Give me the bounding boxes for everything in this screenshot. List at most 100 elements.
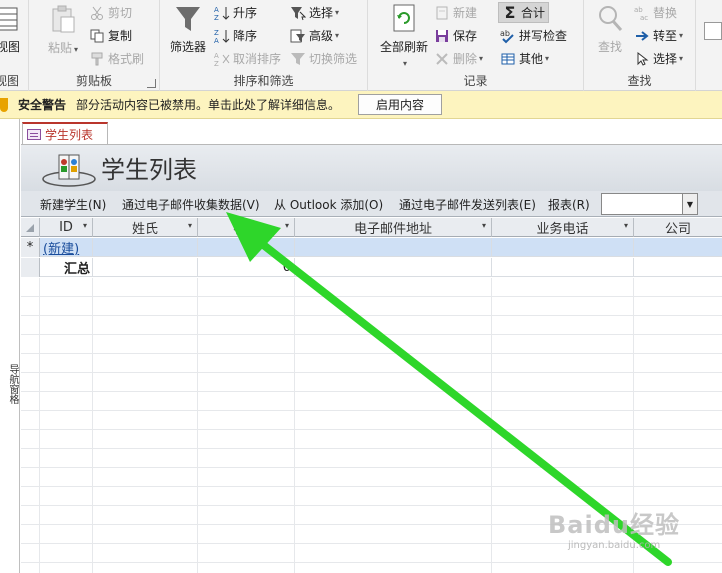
column-header-first-name[interactable]: 名字 ▾ (198, 218, 295, 237)
collect-email-data-button[interactable]: 通过电子邮件收集数据(V) (122, 196, 260, 213)
column-header-last-name[interactable]: 姓氏 ▾ (93, 218, 198, 237)
remove-sort-button[interactable]: AZ 取消排序 (214, 50, 281, 67)
grid-line (491, 354, 492, 373)
clipboard-launcher-icon[interactable] (147, 79, 156, 88)
grid-line (294, 316, 295, 335)
email-list-button[interactable]: 通过电子邮件发送列表(E) (399, 196, 536, 213)
svg-text:A: A (214, 37, 219, 44)
goto-button[interactable]: 转至 ▾ (634, 27, 683, 44)
format-painter-label: 格式刷 (108, 52, 145, 66)
grid-line (39, 278, 40, 297)
totals-phone-cell[interactable] (492, 258, 634, 277)
watermark-sub: jingyan.baidu.com (568, 540, 661, 551)
column-dropdown-icon[interactable]: ▾ (482, 221, 486, 230)
new-record-button[interactable]: 新建 (434, 4, 477, 21)
new-company-cell[interactable] (634, 238, 722, 257)
grid-line (294, 411, 295, 430)
column-header-id[interactable]: ID ▾ (40, 218, 93, 237)
column-dropdown-icon[interactable]: ▾ (624, 221, 628, 230)
totals-row: 汇总 0 (21, 258, 722, 277)
cut-button[interactable]: 剪切 (89, 4, 132, 21)
column-header-business-phone[interactable]: 业务电话 ▾ (492, 218, 634, 237)
column-header-business-phone-label: 业务电话 (536, 222, 589, 237)
advanced-button[interactable]: 高级 ▾ (290, 27, 339, 44)
grid-line (197, 392, 198, 411)
new-record-link-cell[interactable]: (新建) (40, 238, 93, 257)
totals-email-cell[interactable] (295, 258, 492, 277)
select-button[interactable]: 选择 ▾ (634, 50, 683, 67)
view-button[interactable]: 视图 (0, 2, 26, 55)
column-dropdown-icon[interactable]: ▾ (285, 221, 289, 230)
format-painter-button[interactable]: 格式刷 (89, 50, 144, 67)
advanced-label: 高级 (309, 29, 334, 43)
delete-button[interactable]: 删除 ▾ (434, 50, 483, 67)
column-header-company-label: 公司 (664, 222, 691, 237)
delete-icon (434, 51, 450, 67)
column-header-id-label: ID (59, 220, 73, 235)
text-format-icon[interactable] (704, 22, 722, 40)
empty-row (21, 392, 722, 411)
add-from-outlook-button[interactable]: 从 Outlook 添加(O) (274, 196, 383, 213)
column-dropdown-icon[interactable]: ▾ (83, 221, 87, 230)
save-button[interactable]: 保存 (434, 27, 477, 44)
save-label: 保存 (453, 29, 478, 43)
svg-text:Z: Z (214, 60, 219, 67)
paste-button[interactable]: 粘贴 ▾ (44, 3, 82, 56)
document-tab-student-list[interactable]: 学生列表 (22, 122, 108, 144)
cut-label: 剪切 (108, 6, 133, 20)
replace-button[interactable]: ab ac 替换 (634, 4, 677, 21)
grid-line (491, 278, 492, 297)
spelling-button[interactable]: ab 拼写检查 (500, 27, 567, 44)
grid-line (39, 335, 40, 354)
copy-button[interactable]: 复制 (89, 27, 132, 44)
grid-line (491, 335, 492, 354)
column-dropdown-icon[interactable]: ▾ (188, 221, 192, 230)
totals-last-name-cell[interactable] (93, 258, 198, 277)
dropdown-arrow-icon[interactable]: ▼ (682, 194, 697, 214)
security-warning-message[interactable]: 部分活动内容已被禁用。单击此处了解详细信息。 (76, 96, 340, 113)
copy-label: 复制 (108, 29, 133, 43)
grid-line (92, 468, 93, 487)
grid-line (294, 525, 295, 544)
more-label: 其他 (519, 52, 544, 66)
grid-line (633, 335, 634, 354)
reports-combobox[interactable]: ▼ (601, 193, 698, 215)
totals-company-cell[interactable] (634, 258, 722, 277)
toggle-filter-icon (290, 51, 306, 67)
arrow-right-icon (634, 28, 650, 44)
grid-line (294, 487, 295, 506)
select-all-corner[interactable] (21, 218, 40, 237)
new-row-marker[interactable]: * (21, 238, 40, 257)
grid-line (294, 335, 295, 354)
totals-first-name-value[interactable]: 0 (198, 258, 295, 277)
new-record-link[interactable]: (新建) (40, 238, 79, 257)
new-phone-cell[interactable] (492, 238, 634, 257)
svg-text:Z: Z (214, 14, 219, 21)
more-button[interactable]: 其他 ▾ (500, 50, 549, 67)
refresh-icon (388, 2, 420, 36)
filter-button[interactable]: 筛选器 (165, 2, 211, 55)
column-header-email[interactable]: 电子邮件地址 ▾ (295, 218, 492, 237)
column-header-company[interactable]: 公司 (634, 218, 722, 237)
grid-line (633, 297, 634, 316)
grid-line (294, 468, 295, 487)
new-last-name-cell[interactable] (93, 238, 198, 257)
column-header-last-name-label: 姓氏 (131, 222, 158, 237)
toggle-filter-button[interactable]: 切换筛选 (290, 50, 357, 67)
save-icon (434, 28, 450, 44)
grid-line (294, 506, 295, 525)
new-email-cell[interactable] (295, 238, 492, 257)
new-record-row[interactable]: * (新建) (21, 238, 722, 257)
sort-ascending-button[interactable]: AZ 升序 (214, 4, 257, 21)
refresh-all-button[interactable]: 全部刷新 ▾ (378, 2, 430, 69)
navigation-pane[interactable]: 导航窗格 (0, 119, 20, 573)
grid-line (39, 525, 40, 544)
find-button[interactable]: 查找 (592, 2, 628, 55)
enable-content-button[interactable]: 启用内容 (358, 94, 442, 115)
new-first-name-cell[interactable] (198, 238, 295, 257)
sort-descending-button[interactable]: ZA 降序 (214, 27, 257, 44)
selection-button[interactable]: 选择 ▾ (290, 4, 339, 21)
totals-button[interactable]: Σ 合计 (498, 2, 550, 23)
new-student-button[interactable]: 新建学生(N) (40, 196, 106, 213)
grid-line (491, 449, 492, 468)
